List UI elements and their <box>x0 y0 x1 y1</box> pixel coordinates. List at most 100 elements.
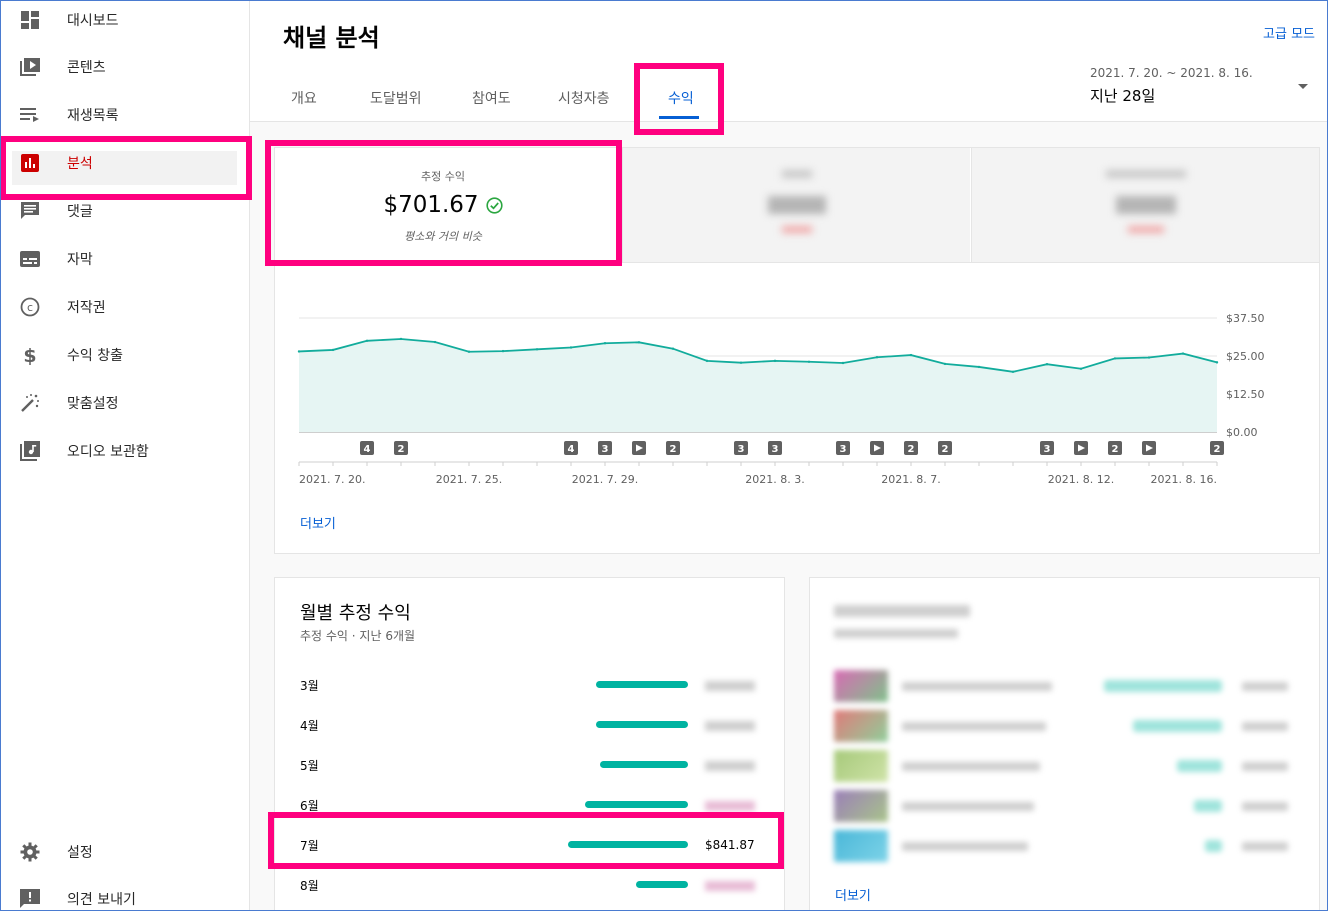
video-revenue-bar <box>1104 680 1222 692</box>
sidebar-item-label: 재생목록 <box>67 108 119 124</box>
monthly-row[interactable]: 7월 $841.87 <box>300 835 760 855</box>
tab-audience[interactable]: 시청자층 <box>558 88 610 108</box>
sidebar: 대시보드 콘텐츠 재생목록 분석 댓글 자막 c 저작권 $ 수익 창출 맞춤설… <box>0 0 250 911</box>
active-tab-indicator <box>659 116 699 119</box>
chart-event-marker-label: 2 <box>670 444 677 455</box>
chart-see-more-link[interactable]: 더보기 <box>300 513 336 532</box>
video-revenue-bar <box>1194 800 1222 812</box>
analytics-header: 채널 분석 고급 모드 개요 도달범위 참여도 시청자층 수익 2021. 7.… <box>250 0 1327 122</box>
chart-point <box>841 361 845 365</box>
y-tick-label: $25.00 <box>1226 350 1265 363</box>
sidebar-item-dashboard[interactable]: 대시보드 <box>0 0 250 40</box>
sidebar-item-copyright[interactable]: c 저작권 <box>0 287 250 327</box>
sidebar-item-label: 댓글 <box>67 204 93 220</box>
chart-event-marker-label: 4 <box>568 444 575 455</box>
sidebar-item-analytics[interactable]: 분석 <box>0 143 250 183</box>
monthly-row[interactable]: 6월 <box>300 795 760 815</box>
month-label: 8월 <box>300 879 319 893</box>
tab-reach[interactable]: 도달범위 <box>370 88 422 108</box>
sidebar-item-audio-library[interactable]: 오디오 보관함 <box>0 431 250 471</box>
sidebar-item-label: 대시보드 <box>67 13 119 29</box>
chart-event-marker-label: 2 <box>942 444 949 455</box>
metric-tile-blurred[interactable] <box>971 148 1319 262</box>
video-revenue-blurred <box>1242 762 1288 771</box>
y-tick-label: $12.50 <box>1226 388 1265 401</box>
chart-point <box>331 348 335 352</box>
video-revenue-bar <box>1205 840 1222 852</box>
chart-point <box>637 341 641 344</box>
monthly-row[interactable]: 4월 <box>300 715 760 735</box>
monthly-subtitle: 추정 수익 · 지난 6개월 <box>300 629 416 643</box>
advanced-mode-link[interactable]: 고급 모드 <box>1263 23 1315 42</box>
video-revenue-blurred <box>1242 682 1288 691</box>
chart-point <box>569 346 573 349</box>
chart-point <box>365 339 369 342</box>
sidebar-item-subtitles[interactable]: 자막 <box>0 239 250 279</box>
chart-point <box>739 361 743 364</box>
chart-point <box>1113 357 1117 360</box>
video-revenue-bar <box>1177 760 1222 772</box>
chart-point <box>1215 361 1219 364</box>
metric-tile-blurred[interactable] <box>622 148 970 262</box>
x-tick-label: 2021. 7. 29. <box>572 473 638 486</box>
sidebar-item-comments[interactable]: 댓글 <box>0 191 250 231</box>
page-title: 채널 분석 <box>283 24 380 52</box>
chart-point <box>671 347 675 350</box>
svg-text:$: $ <box>23 345 36 365</box>
sidebar-item-settings[interactable]: 설정 <box>0 832 250 872</box>
sidebar-item-label: 수익 창출 <box>67 348 123 364</box>
video-title-blurred[interactable] <box>902 762 1040 771</box>
monthly-row[interactable]: 5월 <box>300 755 760 775</box>
tab-overview[interactable]: 개요 <box>291 88 317 108</box>
video-thumbnail[interactable] <box>834 750 888 782</box>
sidebar-item-label: 의견 보내기 <box>67 892 136 908</box>
customization-icon <box>19 392 41 414</box>
chart-point <box>909 353 913 357</box>
month-value-blurred <box>705 721 755 731</box>
chart-area-fill <box>299 338 1217 432</box>
x-tick-label: 2021. 8. 16. <box>1151 473 1217 486</box>
sidebar-item-label: 콘텐츠 <box>67 60 106 76</box>
video-title-blurred[interactable] <box>902 682 1052 691</box>
monthly-row[interactable]: 3월 <box>300 675 760 695</box>
video-thumbnail[interactable] <box>834 710 888 742</box>
video-thumbnail[interactable] <box>834 670 888 702</box>
monthly-row[interactable]: 8월 <box>300 875 760 895</box>
tab-engagement[interactable]: 참여도 <box>472 88 511 108</box>
chevron-down-icon[interactable] <box>1298 84 1308 89</box>
chart-event-marker-label: 3 <box>840 444 847 455</box>
sidebar-item-content[interactable]: 콘텐츠 <box>0 47 250 87</box>
sidebar-item-customization[interactable]: 맞춤설정 <box>0 383 250 423</box>
metric-value-row: $701.67 <box>383 192 503 218</box>
sidebar-item-monetization[interactable]: $ 수익 창출 <box>0 335 250 375</box>
month-label: 3월 <box>300 679 319 693</box>
playlist-icon <box>19 104 41 126</box>
chart-event-marker-label: 3 <box>772 444 779 455</box>
metric-label: 추정 수익 <box>421 170 465 183</box>
sidebar-item-feedback[interactable]: 의견 보내기 <box>0 879 250 911</box>
monthly-title: 월별 추정 수익 <box>300 603 411 624</box>
video-title-blurred[interactable] <box>902 802 1034 811</box>
chart-point <box>467 350 471 353</box>
chart-event-marker-label: 4 <box>364 444 371 455</box>
chart-point <box>1079 367 1083 370</box>
top-content-see-more-link[interactable]: 더보기 <box>835 885 871 904</box>
video-thumbnail[interactable] <box>834 790 888 822</box>
video-thumbnail[interactable] <box>834 830 888 862</box>
chart-event-marker-label: 2 <box>908 444 915 455</box>
sidebar-item-playlists[interactable]: 재생목록 <box>0 95 250 135</box>
chart-event-marker-label: 2 <box>1112 444 1119 455</box>
metric-value: $701.67 <box>383 192 479 218</box>
video-title-blurred[interactable] <box>902 722 1046 731</box>
video-title-blurred[interactable] <box>902 842 1028 851</box>
chart-point <box>773 359 777 363</box>
feedback-icon <box>19 888 41 910</box>
sidebar-item-label: 맞춤설정 <box>67 396 119 412</box>
blurred-delta <box>1127 226 1164 233</box>
audio-library-icon <box>19 440 41 462</box>
metric-estimated-revenue[interactable]: 추정 수익 $701.67 평소와 거의 비슷 <box>280 148 606 262</box>
date-preset-select[interactable]: 지난 28일 <box>1090 85 1155 106</box>
chart-point <box>1011 370 1015 374</box>
tab-revenue[interactable]: 수익 <box>668 88 694 108</box>
gear-icon <box>19 841 41 863</box>
